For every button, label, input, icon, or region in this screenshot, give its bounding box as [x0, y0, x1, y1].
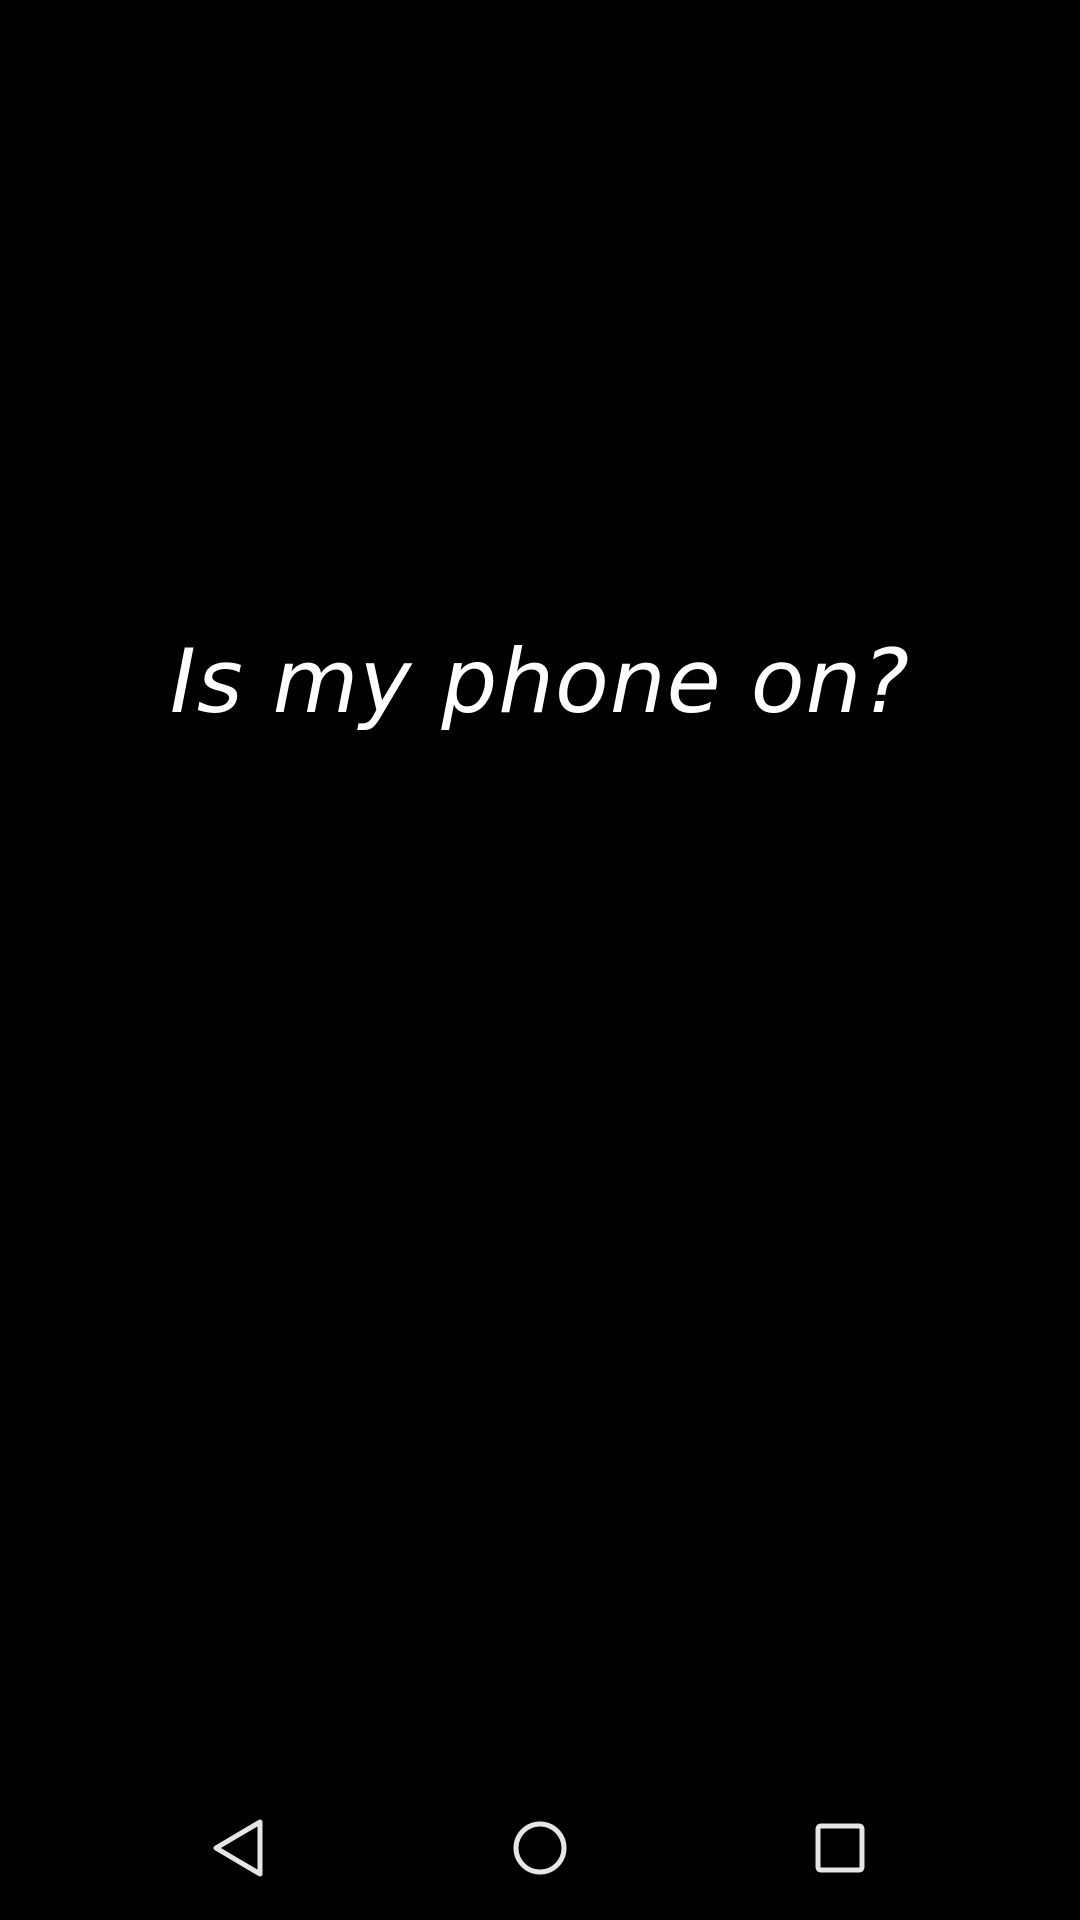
message-text: Is my phone on? [169, 630, 911, 733]
navigation-bar [0, 1776, 1080, 1920]
recents-button[interactable] [784, 1792, 896, 1904]
recents-square-icon [815, 1823, 865, 1873]
home-circle-icon [513, 1821, 567, 1875]
back-triangle-icon [213, 1819, 263, 1877]
home-button[interactable] [484, 1792, 596, 1904]
screen: Is my phone on? [0, 0, 1080, 1920]
main-content: Is my phone on? [0, 0, 1080, 1776]
back-button[interactable] [184, 1792, 296, 1904]
